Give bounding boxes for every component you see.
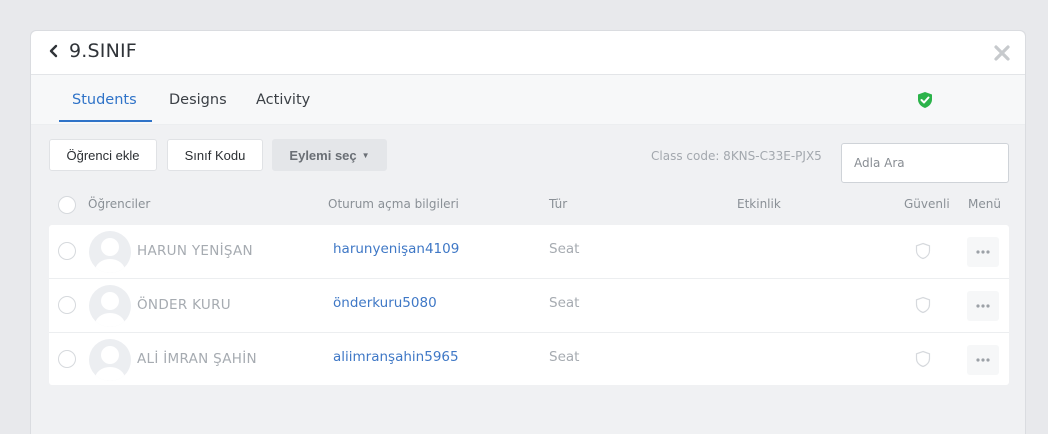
search-input[interactable] [841,143,1009,183]
shield-outline-icon [915,296,931,314]
more-dots-icon [976,304,990,308]
header-secure: Güvenli [904,197,950,211]
row-menu-button[interactable] [967,345,999,375]
shield-outline-icon [915,350,931,368]
shield-outline-icon [915,242,931,260]
student-login-link[interactable]: harunyenişan4109 [333,241,459,257]
table-row: HARUN YENİŞAN harunyenişan4109 Seat [49,225,1009,279]
active-tab-indicator [59,120,152,122]
student-type: Seat [549,241,580,257]
class-code-button[interactable]: Sınıf Kodu [167,139,263,171]
table-header: Öğrenciler Oturum açma bilgileri Tür Etk… [31,189,1025,221]
student-table-body: HARUN YENİŞAN harunyenişan4109 Seat ÖNDE… [49,225,1009,385]
row-checkbox[interactable] [58,296,76,314]
avatar-placeholder-icon [95,238,125,273]
tab-designs[interactable]: Designs [169,92,227,108]
table-row: ÖNDER KURU önderkuru5080 Seat [49,279,1009,333]
row-checkbox[interactable] [58,350,76,368]
caret-down-icon: ▼ [361,150,370,160]
avatar [89,231,131,273]
back-chevron-icon[interactable] [43,40,65,62]
avatar-placeholder-icon [95,292,125,327]
close-icon[interactable] [993,44,1011,62]
header-menu: Menü [968,197,1001,211]
select-action-dropdown[interactable]: Eylemi seç ▼ [272,139,387,171]
avatar [89,285,131,327]
select-all-checkbox[interactable] [58,196,76,214]
header-login: Oturum açma bilgileri [328,197,459,211]
tab-students[interactable]: Students [72,92,137,108]
table-row: ALİ İMRAN ŞAHİN aliimranşahin5965 Seat [49,333,1009,385]
page-title: 9.SINIF [69,40,137,62]
row-menu-button[interactable] [967,237,999,267]
select-action-label: Eylemi seç [289,147,357,163]
student-login-link[interactable]: önderkuru5080 [333,295,437,311]
avatar-placeholder-icon [95,346,125,381]
student-type: Seat [549,349,580,365]
tab-bar: Students Designs Activity [31,75,1025,125]
student-login-link[interactable]: aliimranşahin5965 [333,349,459,365]
student-name: HARUN YENİŞAN [137,243,253,259]
row-checkbox[interactable] [58,242,76,260]
header-students: Öğrenciler [88,197,151,211]
tab-activity[interactable]: Activity [256,92,310,108]
modal-header: 9.SINIF [31,31,1025,75]
header-activity: Etkinlik [737,197,781,211]
more-dots-icon [976,358,990,362]
student-type: Seat [549,295,580,311]
student-name: ALİ İMRAN ŞAHİN [137,351,257,367]
class-modal: 9.SINIF Students Designs Activity Öğrenc… [30,30,1026,434]
class-code-text: Class code: 8KNS-C33E-PJX5 [651,149,822,163]
more-dots-icon [976,250,990,254]
add-student-button[interactable]: Öğrenci ekle [49,139,157,171]
avatar [89,339,131,381]
toolbar: Öğrenci ekle Sınıf Kodu Eylemi seç ▼ Cla… [31,125,1025,189]
student-name: ÖNDER KURU [137,297,231,313]
row-menu-button[interactable] [967,291,999,321]
header-type: Tür [549,197,568,211]
secure-shield-check-icon [918,92,932,108]
